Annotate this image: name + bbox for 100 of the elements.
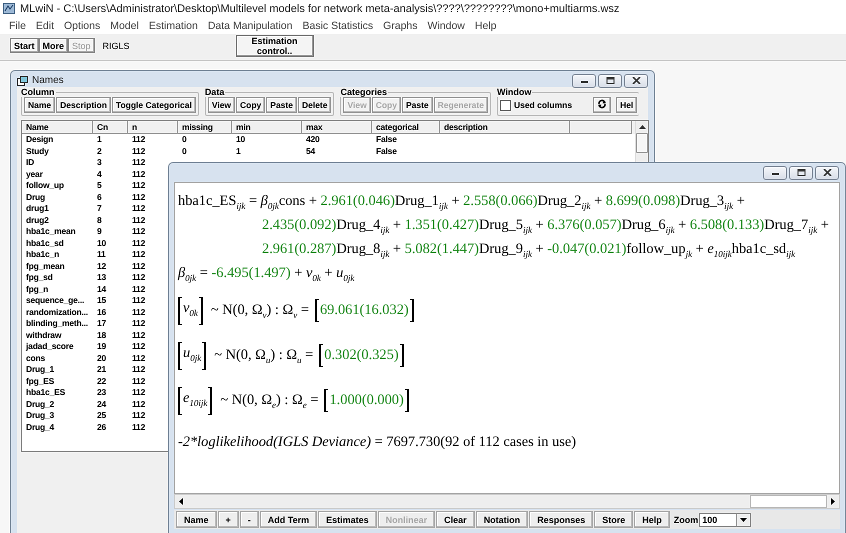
equation-line: 2.961(0.287)Drug_8$_{ijk}$ + 5.082(1.447)Drug_9$_{ijk}$ + -0.047(0.021)follow_up$_{jk}$ + e$_{10ijk}$hba1c_sd$_{ijk}$ xyxy=(261,240,796,261)
toolbar-button[interactable]: Responses xyxy=(529,511,594,528)
table-cell-text: 10 xyxy=(96,238,108,249)
toolbar-button[interactable]: More xyxy=(38,38,68,53)
table-cell-text: 13 xyxy=(96,272,108,284)
app-icon xyxy=(3,3,15,14)
menu-item[interactable]: Help xyxy=(470,20,502,32)
table-cell-text: fpg_sd xyxy=(25,272,54,284)
table-cell-text: 112 xyxy=(131,352,146,364)
zoom-label: Zoom xyxy=(674,514,698,524)
table-cell-text: 1 xyxy=(96,134,103,146)
toolbar-button[interactable]: Notation xyxy=(476,511,528,528)
group-label: Window xyxy=(496,87,532,97)
maximize-button[interactable] xyxy=(598,74,622,88)
table-cell-text: 15 xyxy=(96,295,108,306)
horizontal-scrollbar[interactable] xyxy=(174,494,840,509)
window-title: MLwiN - C:\Users\Administrator\Desktop\Multilevel models for network meta-analysis\????\????????\mono+multiarms.wsz xyxy=(20,2,620,14)
menu-item[interactable]: File xyxy=(4,20,31,32)
table-cell-text: 112 xyxy=(131,272,146,284)
window-icon xyxy=(17,76,28,86)
table-cell-text: 5 xyxy=(96,180,103,192)
toolbar-button[interactable]: Add Term xyxy=(260,511,318,528)
toolbar-button[interactable]: Estimates xyxy=(318,511,377,528)
table-cell-text: 112 xyxy=(131,387,146,398)
refresh-button[interactable] xyxy=(593,97,612,113)
toolbar-button[interactable]: Clear xyxy=(436,511,475,528)
column-header[interactable]: categorical xyxy=(372,121,440,134)
menu-item[interactable]: Window xyxy=(422,20,470,32)
table-cell-text: 24 xyxy=(96,398,108,410)
column-header[interactable]: max xyxy=(302,121,372,134)
menu-item[interactable]: Basic Statistics xyxy=(297,20,378,32)
estimation-control-button[interactable]: Estimation control.. xyxy=(236,35,314,57)
column-header[interactable]: n xyxy=(128,121,178,134)
table-cell-text: 26 xyxy=(96,422,108,433)
menu-item[interactable]: Estimation xyxy=(144,20,203,32)
right-arrow-icon xyxy=(831,498,835,505)
checkbox-label: Used columns xyxy=(514,100,572,110)
variance-equation: e$_{10ijk}$ ~ N(0, Ω$_{e}$) : Ω$_{e}$ = 1.000(0.000) xyxy=(178,379,833,422)
group-button[interactable]: Delete xyxy=(298,97,332,113)
table-cell-text: 11 xyxy=(96,249,107,260)
table-cell-text: ID xyxy=(25,157,36,168)
toolbar-button[interactable]: + xyxy=(218,511,239,528)
table-cell-text: 18 xyxy=(96,330,108,341)
table-cell-text: drug1 xyxy=(25,203,50,214)
group-button[interactable]: Paste xyxy=(266,97,297,113)
table-cell-text: 112 xyxy=(131,238,146,249)
table-cell-text: 19 xyxy=(96,341,108,352)
toolbar-button[interactable]: Help xyxy=(634,511,670,528)
table-cell-text: 112 xyxy=(131,214,146,226)
table-cell-text: 112 xyxy=(131,168,146,180)
group-button[interactable]: Copy xyxy=(236,97,266,113)
table-cell-text: hba1c_n xyxy=(25,249,60,260)
menu-item[interactable]: Model xyxy=(105,20,144,32)
table-cell-text: False xyxy=(375,134,398,146)
group-button[interactable]: Name xyxy=(24,97,56,113)
table-cell-text: 112 xyxy=(131,260,146,272)
column-header[interactable]: Cn xyxy=(93,121,128,134)
group-button[interactable]: Paste xyxy=(402,97,433,113)
toolbar-button[interactable]: Store xyxy=(594,511,634,528)
group-button[interactable]: Description xyxy=(56,97,111,113)
checkbox[interactable] xyxy=(500,100,511,110)
close-button[interactable] xyxy=(815,166,839,180)
column-header[interactable]: description xyxy=(440,121,570,134)
scroll-thumb[interactable] xyxy=(636,133,648,153)
menu-item[interactable]: Options xyxy=(59,20,106,32)
zoom-dropdown[interactable]: 100 xyxy=(699,512,752,526)
table-cell-text: 2 xyxy=(96,146,103,157)
close-button[interactable] xyxy=(624,74,648,88)
table-cell-text: 6 xyxy=(96,192,103,203)
method-label: RIGLS xyxy=(102,41,130,51)
table-cell-text: 112 xyxy=(131,180,146,192)
table-cell-text: 112 xyxy=(131,249,146,260)
column-header[interactable]: Name xyxy=(22,121,93,134)
scroll-thumb[interactable] xyxy=(750,495,827,508)
table-cell-text: Design xyxy=(25,134,54,146)
minimize-button[interactable] xyxy=(572,74,596,88)
table-cell-text: cons xyxy=(25,352,46,364)
table-cell-text: 14 xyxy=(96,284,108,295)
maximize-button[interactable] xyxy=(789,166,813,180)
table-cell-text: False xyxy=(375,146,398,157)
group-button[interactable]: View xyxy=(208,97,236,113)
table-cell-text: 112 xyxy=(131,295,146,306)
menu-item[interactable]: Edit xyxy=(30,20,60,32)
table-cell-text: 9 xyxy=(96,226,103,238)
toolbar-button[interactable]: - xyxy=(240,511,259,528)
toolbar-button[interactable]: Name xyxy=(176,511,217,528)
column-header[interactable]: missing xyxy=(178,121,232,134)
menu-item[interactable]: Data Manipulation xyxy=(202,20,298,32)
column-header[interactable]: min xyxy=(232,121,302,134)
minimize-button[interactable] xyxy=(763,166,787,180)
group-button[interactable]: Toggle Categorical xyxy=(112,97,196,113)
equation-line: hba1c_ES$_{ijk}$ = β$_{0jk}$cons + 2.961(0.046)Drug_1$_{ijk}$ + 2.558(0.066)Drug_2$_{ijk}$ + 8.699(0.098)Drug_3$_{ijk}$ + xyxy=(178,192,746,213)
table-cell-text: withdraw xyxy=(25,330,62,341)
partial-help-button[interactable]: Hel xyxy=(616,97,638,113)
close-icon xyxy=(822,169,832,176)
table-cell-text: 25 xyxy=(96,410,108,422)
table-cell-text: 112 xyxy=(131,284,146,295)
toolbar-button[interactable]: Start xyxy=(10,38,39,53)
menu-item[interactable]: Graphs xyxy=(378,20,423,32)
table-cell-text: 12 xyxy=(96,260,108,272)
